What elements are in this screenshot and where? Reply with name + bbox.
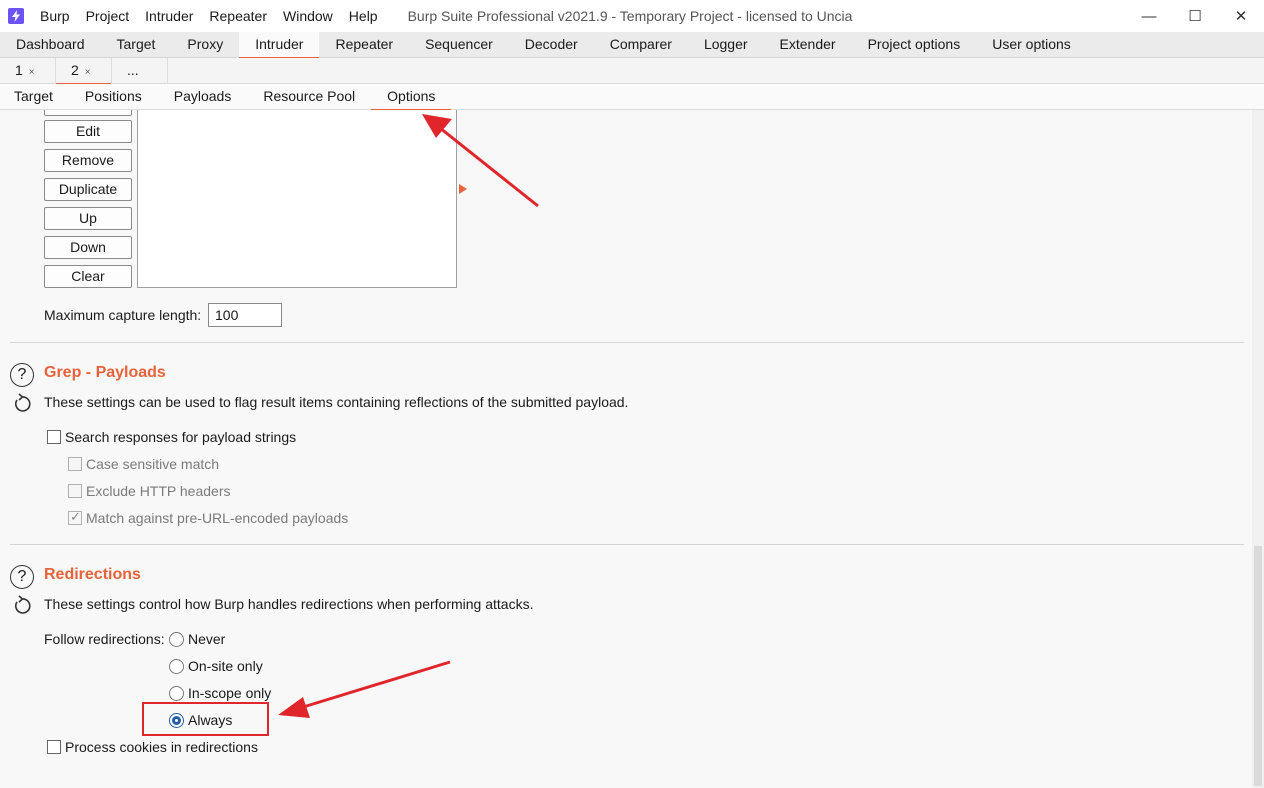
intruder-tab-payloads[interactable]: Payloads <box>158 84 248 110</box>
tab-target[interactable]: Target <box>101 32 172 58</box>
down-button[interactable]: Down <box>44 236 132 259</box>
close-tab-icon[interactable]: × <box>29 67 35 78</box>
scrollbar-thumb[interactable] <box>1254 546 1262 786</box>
close-tab-icon[interactable]: × <box>85 67 91 78</box>
grep-payloads-title: Grep - Payloads <box>44 364 166 381</box>
grep-payloads-description: These settings can be used to flag resul… <box>44 394 629 410</box>
extract-items-list[interactable] <box>137 110 457 288</box>
case-sensitive-checkbox[interactable] <box>68 457 82 471</box>
section-divider <box>10 342 1244 343</box>
remove-button[interactable]: Remove <box>44 149 132 172</box>
menu-bar: Burp Project Intruder Repeater Window He… <box>32 8 386 24</box>
instance-tab-2[interactable]: 2 × <box>56 58 112 85</box>
help-icon[interactable]: ? <box>10 363 34 387</box>
menu-burp[interactable]: Burp <box>32 8 78 24</box>
duplicate-button[interactable]: Duplicate <box>44 178 132 201</box>
add-button[interactable] <box>44 110 132 116</box>
maximize-button[interactable]: ☐ <box>1172 0 1218 32</box>
clear-button[interactable]: Clear <box>44 265 132 288</box>
max-capture-label: Maximum capture length: <box>44 307 202 323</box>
instance-tab-label: ... <box>127 62 139 78</box>
menu-repeater[interactable]: Repeater <box>201 8 275 24</box>
menu-project[interactable]: Project <box>78 8 138 24</box>
menu-help[interactable]: Help <box>341 8 386 24</box>
tab-extender[interactable]: Extender <box>764 32 852 58</box>
options-panel: Edit Remove Duplicate Up Down Clear Maxi… <box>0 110 1252 788</box>
window-title: Burp Suite Professional v2021.9 - Tempor… <box>407 8 853 24</box>
radio-on-site-only[interactable] <box>169 659 184 674</box>
burp-logo-icon <box>8 8 24 24</box>
new-instance-tab[interactable]: ... <box>112 58 168 84</box>
expand-arrow-icon[interactable] <box>459 184 467 194</box>
menu-intruder[interactable]: Intruder <box>137 8 201 24</box>
intruder-tab-bar: Target Positions Payloads Resource Pool … <box>0 84 1264 111</box>
tab-user-options[interactable]: User options <box>976 32 1087 58</box>
tab-intruder[interactable]: Intruder <box>239 32 320 59</box>
tab-repeater[interactable]: Repeater <box>319 32 409 58</box>
restore-defaults-icon[interactable] <box>10 392 34 416</box>
intruder-tab-resource-pool[interactable]: Resource Pool <box>247 84 371 110</box>
menu-window[interactable]: Window <box>275 8 341 24</box>
minimize-button[interactable]: — <box>1126 0 1172 32</box>
radio-never-label: Never <box>188 631 226 647</box>
window-controls: — ☐ ✕ <box>1126 0 1264 32</box>
process-cookies-checkbox[interactable] <box>47 740 61 754</box>
search-payload-strings-checkbox[interactable] <box>47 430 61 444</box>
exclude-headers-label: Exclude HTTP headers <box>86 483 231 499</box>
instance-tab-label: 1 <box>15 62 23 78</box>
main-tab-bar: Dashboard Target Proxy Intruder Repeater… <box>0 32 1264 59</box>
tab-decoder[interactable]: Decoder <box>509 32 594 58</box>
intruder-tab-target[interactable]: Target <box>0 84 69 110</box>
radio-in-scope-only-label: In-scope only <box>188 685 272 701</box>
tab-dashboard[interactable]: Dashboard <box>0 32 101 58</box>
section-divider <box>10 544 1244 545</box>
vertical-scrollbar[interactable] <box>1252 110 1264 788</box>
tab-proxy[interactable]: Proxy <box>171 32 239 58</box>
process-cookies-label: Process cookies in redirections <box>65 739 258 755</box>
radio-on-site-only-label: On-site only <box>188 658 263 674</box>
radio-never[interactable] <box>169 632 184 647</box>
instance-tab-1[interactable]: 1 × <box>0 58 56 84</box>
follow-redirections-label: Follow redirections: <box>44 631 165 647</box>
tab-sequencer[interactable]: Sequencer <box>409 32 509 58</box>
title-bar: Burp Project Intruder Repeater Window He… <box>0 0 1264 32</box>
intruder-tab-options[interactable]: Options <box>371 84 452 111</box>
case-sensitive-label: Case sensitive match <box>86 456 220 472</box>
search-payload-strings-label: Search responses for payload strings <box>65 429 297 445</box>
edit-button[interactable]: Edit <box>44 120 132 143</box>
redirections-title: Redirections <box>44 566 141 583</box>
annotation-highlight-box <box>142 702 269 736</box>
tab-project-options[interactable]: Project options <box>852 32 977 58</box>
up-button[interactable]: Up <box>44 207 132 230</box>
redirections-description: These settings control how Burp handles … <box>44 596 534 612</box>
tab-comparer[interactable]: Comparer <box>594 32 688 58</box>
intruder-tab-positions[interactable]: Positions <box>69 84 158 110</box>
help-icon[interactable]: ? <box>10 565 34 589</box>
instance-tab-label: 2 <box>71 62 79 78</box>
restore-defaults-icon[interactable] <box>10 594 34 618</box>
attack-instance-tabs: 1 × 2 × ... <box>0 58 1264 85</box>
exclude-headers-checkbox[interactable] <box>68 484 82 498</box>
close-window-button[interactable]: ✕ <box>1218 0 1264 32</box>
radio-in-scope-only[interactable] <box>169 686 184 701</box>
match-pre-encoded-checkbox[interactable] <box>68 509 82 525</box>
max-capture-input[interactable]: 100 <box>208 303 282 327</box>
tab-logger[interactable]: Logger <box>688 32 764 58</box>
match-pre-encoded-label: Match against pre-URL-encoded payloads <box>86 510 349 526</box>
